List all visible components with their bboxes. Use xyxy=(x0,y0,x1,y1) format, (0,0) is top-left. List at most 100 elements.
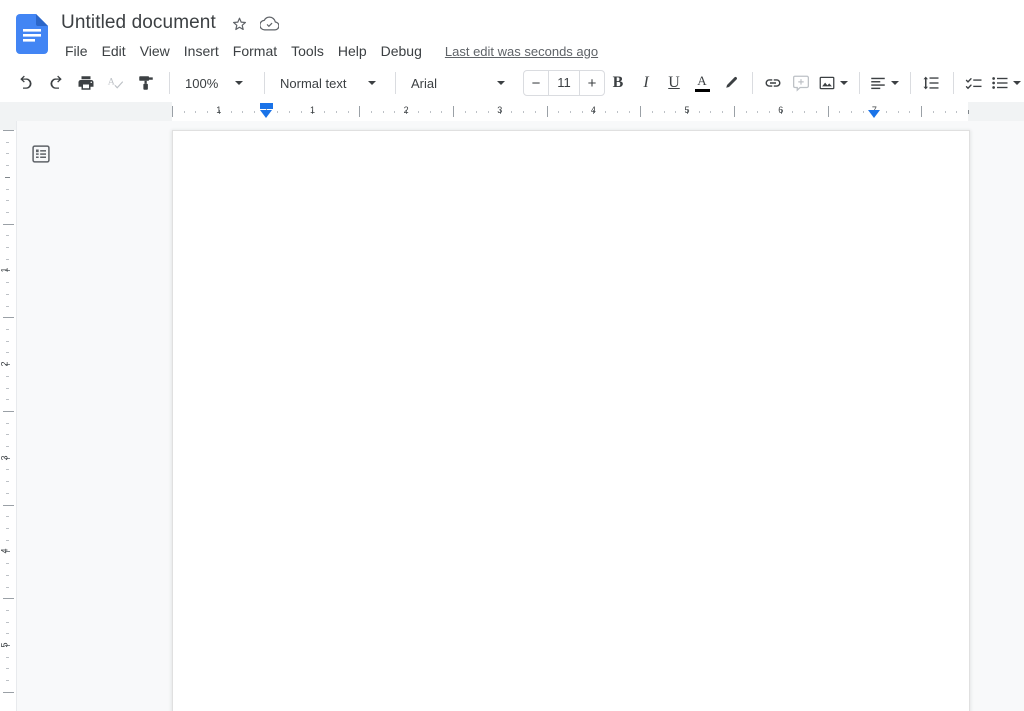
ruler-tick xyxy=(734,106,735,117)
font-size-input[interactable]: 11 xyxy=(548,71,580,95)
ruler-tick xyxy=(863,111,864,113)
ruler-tick xyxy=(184,111,185,113)
first-line-indent-handle[interactable] xyxy=(260,103,273,109)
ruler-tick xyxy=(453,106,454,117)
spellcheck-icon[interactable]: A xyxy=(102,69,130,97)
ruler-number: 3 xyxy=(0,455,10,460)
menu-item-tools[interactable]: Tools xyxy=(284,40,331,62)
font-dropdown[interactable]: Arial xyxy=(403,69,517,97)
ruler-tick xyxy=(6,633,9,634)
ruler-tick xyxy=(207,111,208,113)
ruler-tick xyxy=(6,610,9,611)
ruler-tick xyxy=(968,110,969,114)
ruler-tick xyxy=(418,111,419,113)
ruler-tick xyxy=(617,111,618,113)
ruler-tick xyxy=(851,111,852,113)
undo-icon[interactable] xyxy=(12,69,40,97)
chevron-down-icon xyxy=(368,81,376,85)
menu-item-debug[interactable]: Debug xyxy=(374,40,429,62)
ruler-number: 4 xyxy=(0,549,10,554)
menu-item-edit[interactable]: Edit xyxy=(95,40,133,62)
ruler-tick xyxy=(6,165,9,166)
paint-format-icon[interactable] xyxy=(132,69,160,97)
ruler-tick xyxy=(6,341,9,342)
line-spacing-icon[interactable] xyxy=(918,70,944,96)
ruler-tick xyxy=(956,111,957,113)
ruler-number: 1 xyxy=(216,105,221,115)
page-text-body[interactable] xyxy=(173,131,969,323)
ruler-tick xyxy=(6,657,9,658)
ruler-tick xyxy=(511,111,512,113)
printer-icon[interactable] xyxy=(72,69,100,97)
ruler-tick xyxy=(558,111,559,113)
ruler-tick xyxy=(769,111,770,113)
redo-icon[interactable] xyxy=(42,69,70,97)
insert-image-button[interactable] xyxy=(816,69,850,97)
toolbar-divider xyxy=(395,72,396,94)
menu-bar: File Edit View Insert Format Tools Help … xyxy=(56,39,598,63)
checklist-icon[interactable] xyxy=(961,70,987,96)
ruler-tick xyxy=(6,540,9,541)
ruler-tick xyxy=(6,528,9,529)
ruler-tick xyxy=(6,680,9,681)
vertical-ruler[interactable]: 12345 xyxy=(0,121,17,711)
ruler-tick xyxy=(675,111,676,113)
italic-button[interactable]: I xyxy=(633,70,659,96)
ruler-tick xyxy=(488,111,489,113)
ruler-tick xyxy=(523,111,524,113)
chevron-down-icon xyxy=(497,81,505,85)
paragraph-style-dropdown[interactable]: Normal text xyxy=(272,69,388,97)
font-size-decrease-button[interactable]: − xyxy=(524,71,548,95)
zoom-dropdown[interactable]: 100% xyxy=(177,69,257,97)
ruler-tick xyxy=(933,111,934,113)
menu-item-insert[interactable]: Insert xyxy=(177,40,226,62)
ruler-tick xyxy=(6,446,9,447)
right-indent-marker[interactable] xyxy=(868,110,880,118)
star-outline-icon[interactable] xyxy=(229,12,251,34)
menu-item-view[interactable]: View xyxy=(133,40,177,62)
horizontal-ruler[interactable]: 11234567 xyxy=(0,102,1024,122)
ruler-tick xyxy=(629,111,630,113)
ruler-tick xyxy=(359,106,360,117)
ruler-tick xyxy=(383,111,384,113)
underline-button[interactable]: U xyxy=(661,70,687,96)
ruler-tick xyxy=(6,259,9,260)
left-indent-handle[interactable] xyxy=(260,110,272,118)
bold-button[interactable]: B xyxy=(605,70,631,96)
ruler-tick xyxy=(757,111,758,113)
menu-item-file[interactable]: File xyxy=(58,40,95,62)
ruler-tick xyxy=(909,111,910,113)
ruler-tick xyxy=(6,423,9,424)
ruler-tick xyxy=(195,111,196,113)
text-color-button[interactable]: A xyxy=(689,70,715,96)
font-size-increase-button[interactable]: + xyxy=(580,71,604,95)
ruler-number: 6 xyxy=(778,105,783,115)
ruler-tick xyxy=(6,516,9,517)
document-outline-icon[interactable] xyxy=(28,141,54,167)
ruler-tick xyxy=(394,111,395,113)
ruler-tick xyxy=(898,111,899,113)
last-edit-status[interactable]: Last edit was seconds ago xyxy=(445,44,598,59)
ruler-tick xyxy=(6,200,9,201)
link-icon[interactable] xyxy=(760,70,786,96)
add-comment-icon[interactable] xyxy=(788,70,814,96)
bulleted-list-icon xyxy=(991,74,1009,92)
ruler-tick xyxy=(6,399,9,400)
ruler-tick xyxy=(6,329,9,330)
bulleted-list-button[interactable] xyxy=(989,69,1023,97)
highlighter-pen-icon[interactable] xyxy=(717,70,743,96)
ruler-number: 2 xyxy=(404,105,409,115)
document-title[interactable]: Untitled document xyxy=(56,9,221,37)
ruler-tick xyxy=(886,111,887,113)
cloud-saved-icon[interactable] xyxy=(259,12,281,34)
ruler-tick xyxy=(605,111,606,113)
menu-item-help[interactable]: Help xyxy=(331,40,374,62)
document-page[interactable] xyxy=(172,130,970,711)
ruler-tick xyxy=(828,106,829,117)
app-header: Untitled document File Edit View Insert … xyxy=(0,0,1024,64)
align-button[interactable] xyxy=(867,69,901,97)
docs-file-icon[interactable] xyxy=(16,14,48,54)
menu-item-format[interactable]: Format xyxy=(226,40,284,62)
ruler-tick xyxy=(6,352,9,353)
ruler-number: 2 xyxy=(0,362,10,367)
